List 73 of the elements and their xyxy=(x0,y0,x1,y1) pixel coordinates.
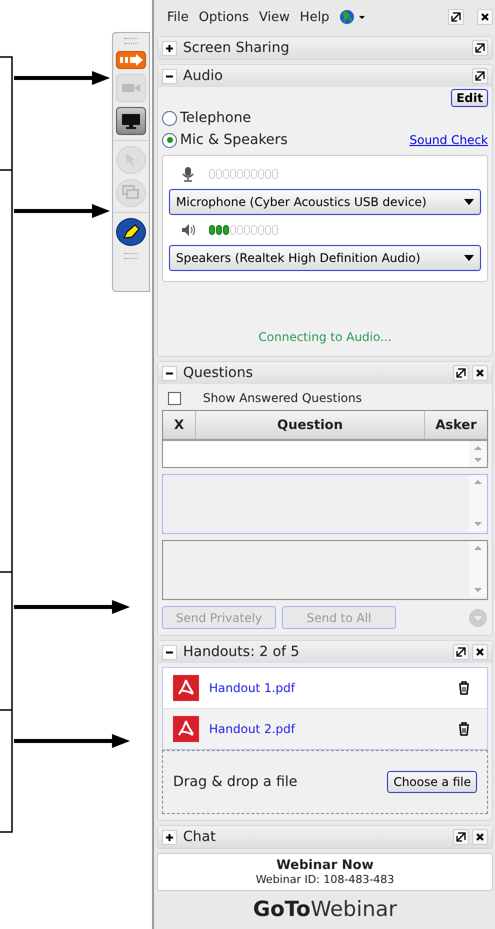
device-dropdown[interactable]: Microphone (Cyber Acoustics USB device) xyxy=(169,189,481,215)
collapse-icon[interactable] xyxy=(162,644,177,660)
screens-icon xyxy=(122,185,140,201)
scrollbar[interactable] xyxy=(469,475,487,531)
pdf-icon xyxy=(173,675,199,701)
highlighter-button[interactable] xyxy=(116,218,146,246)
file-link[interactable]: Handout 2.pdf xyxy=(209,722,295,736)
popout-icon[interactable] xyxy=(453,365,469,381)
radio-button[interactable] xyxy=(162,110,177,126)
device-dropdown[interactable]: Speakers (Realtek High Definition Audio) xyxy=(169,245,481,271)
highlighter-icon xyxy=(121,223,141,241)
status-text: Connecting to Audio... xyxy=(257,330,393,344)
section-title: Audio xyxy=(183,68,223,84)
arrow-icon xyxy=(118,53,144,67)
webinar-title: Webinar Now xyxy=(275,858,375,873)
text-input-area[interactable] xyxy=(162,540,488,600)
radio-label: Mic & Speakers xyxy=(180,132,288,148)
globe-icon[interactable] xyxy=(339,9,368,25)
popout-icon[interactable] xyxy=(453,829,469,845)
close-icon[interactable] xyxy=(472,829,488,845)
checkbox-label: Show Answered Questions xyxy=(203,391,362,405)
close-icon[interactable] xyxy=(472,365,488,381)
edit-button[interactable]: Edit xyxy=(451,89,488,107)
arrow-icon xyxy=(14,733,130,749)
popout-icon[interactable] xyxy=(448,9,464,25)
checkbox[interactable] xyxy=(168,392,181,404)
level-meter xyxy=(209,169,278,179)
arrow-icon xyxy=(14,203,110,219)
grip-icon xyxy=(124,38,138,44)
choose-file-button[interactable]: Choose a file xyxy=(387,771,477,793)
popout-icon[interactable] xyxy=(453,644,469,660)
speaker-icon xyxy=(181,222,195,238)
section-title: Handouts: 2 of 5 xyxy=(183,644,300,660)
screen-button[interactable] xyxy=(116,107,146,135)
radio-label: Telephone xyxy=(180,110,252,126)
collapse-icon[interactable] xyxy=(162,366,177,380)
scrollbar[interactable] xyxy=(469,541,487,597)
menu-item[interactable]: Options xyxy=(198,10,249,24)
sound-check-link[interactable]: Sound Check xyxy=(409,133,488,147)
section-title: Chat xyxy=(183,829,216,845)
close-icon[interactable] xyxy=(477,9,493,25)
radio-button[interactable] xyxy=(162,132,177,148)
column-header[interactable]: Question xyxy=(196,411,425,439)
monitor-icon xyxy=(121,113,141,129)
arrow-icon xyxy=(14,70,110,86)
popout-icon[interactable] xyxy=(472,40,488,56)
menu-item[interactable]: Help xyxy=(300,10,330,24)
section-title: Screen Sharing xyxy=(183,40,290,56)
expand-icon[interactable] xyxy=(162,40,177,56)
microphone-icon xyxy=(181,166,195,182)
caret-icon xyxy=(464,255,474,261)
file-link[interactable]: Handout 1.pdf xyxy=(209,681,295,695)
menu-item[interactable]: View xyxy=(258,10,290,24)
trash-icon[interactable] xyxy=(457,722,471,736)
scrollbar[interactable] xyxy=(469,441,487,467)
camera-icon xyxy=(121,82,141,94)
webinar-id: Webinar ID: 108-483-483 xyxy=(254,873,396,886)
caret-icon xyxy=(464,199,474,205)
expand-icon[interactable] xyxy=(162,830,177,844)
share-button[interactable] xyxy=(116,51,146,69)
collapse-icon[interactable] xyxy=(162,68,177,84)
menu-item[interactable]: File xyxy=(167,10,189,24)
drop-hint: Drag & drop a file xyxy=(173,774,298,790)
column-header[interactable]: X xyxy=(163,411,196,439)
column-header[interactable]: Asker xyxy=(425,411,487,439)
section-title: Questions xyxy=(183,365,253,381)
trash-icon[interactable] xyxy=(457,681,471,695)
popout-icon[interactable] xyxy=(472,68,488,84)
close-icon[interactable] xyxy=(472,644,488,660)
grip-icon xyxy=(124,253,138,259)
logo: GoToWebinar xyxy=(252,896,398,921)
arrow-icon xyxy=(14,599,130,615)
pdf-icon xyxy=(173,716,199,742)
